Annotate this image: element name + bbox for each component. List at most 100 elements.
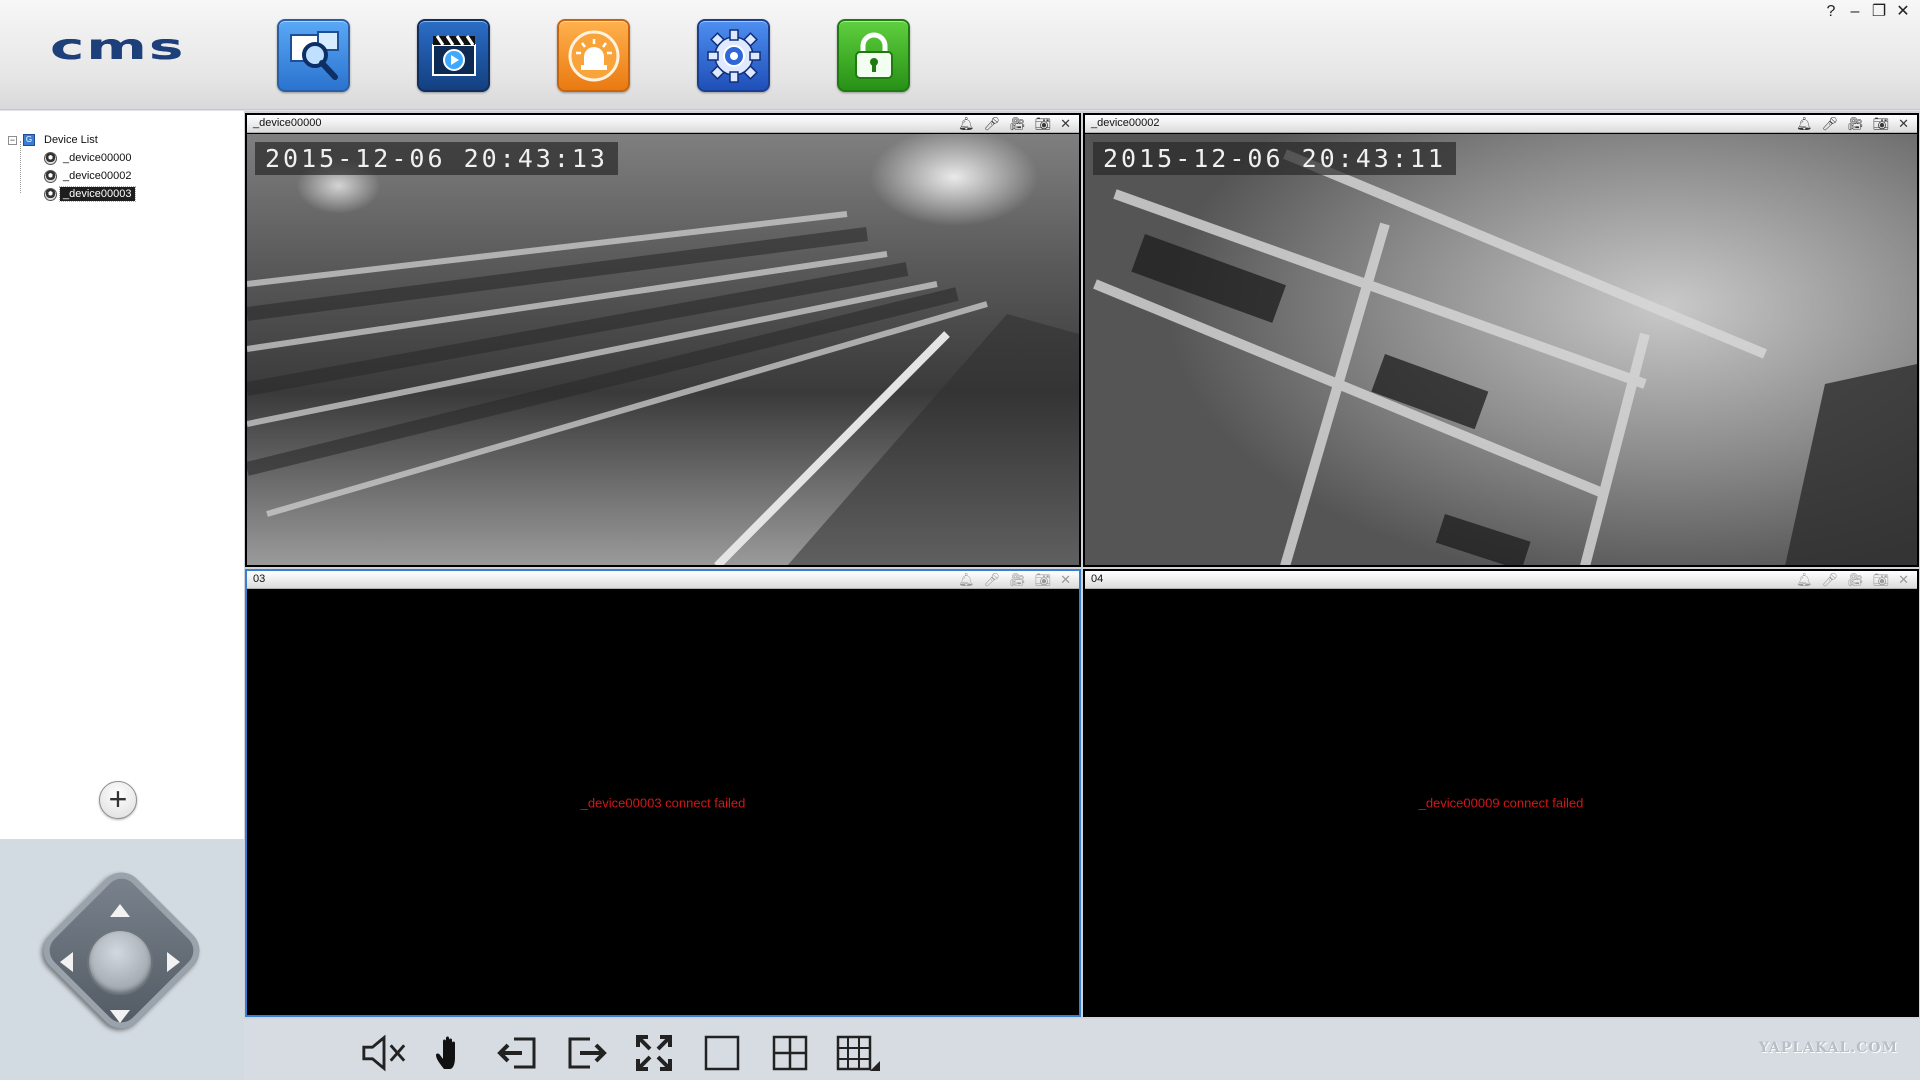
- video-panel-2[interactable]: _device00002 🔔︎ 🎤︎ 🎥︎ 📷︎ ✕ 2015-12-06 20…: [1083, 113, 1919, 567]
- video-panel-1[interactable]: _device00000 🔔︎ 🎤︎ 🎥︎ 📷︎ ✕ 2015-12-06 20…: [245, 113, 1081, 567]
- ptz-center-button[interactable]: [89, 931, 151, 993]
- record-icon[interactable]: 🎥︎: [1009, 572, 1026, 588]
- close-button[interactable]: ✕: [1894, 2, 1912, 22]
- ptz-right-arrow-icon[interactable]: [167, 952, 180, 972]
- lock-icon: [854, 32, 893, 79]
- close-icon[interactable]: ✕: [1060, 572, 1071, 588]
- video-panel-4[interactable]: 04 🔔︎ 🎤︎ 🎥︎ 📷︎ ✕ _device00009 connect fa…: [1083, 569, 1919, 1017]
- single-view-button[interactable]: [698, 1031, 746, 1075]
- plus-icon: +: [108, 781, 128, 817]
- gear-icon: [706, 28, 761, 83]
- previous-page-icon: [497, 1037, 536, 1069]
- panel-header: 04 🔔︎ 🎤︎ 🎥︎ 📷︎ ✕: [1085, 571, 1917, 589]
- microphone-icon[interactable]: 🎤︎: [984, 116, 1001, 132]
- bell-icon[interactable]: 🔔︎: [1796, 116, 1813, 132]
- video-panel-3[interactable]: 03 🔔︎ 🎤︎ 🎥︎ 📷︎ ✕ _device00003 connect fa…: [245, 569, 1081, 1017]
- ptz-hand-button[interactable]: [428, 1031, 476, 1075]
- panel-header: _device00002 🔔︎ 🎤︎ 🎥︎ 📷︎ ✕: [1085, 115, 1917, 133]
- alarm-button[interactable]: [557, 19, 630, 92]
- watermark: YAPLAKAL.COM: [1758, 1040, 1898, 1056]
- quad-view-button[interactable]: [766, 1031, 814, 1075]
- restore-button[interactable]: ❐: [1870, 2, 1888, 22]
- device-label: _device00003: [59, 186, 136, 202]
- multi-view-button[interactable]: [834, 1031, 882, 1075]
- quad-view-icon: [772, 1035, 808, 1071]
- playback-button[interactable]: [417, 19, 490, 92]
- panel-icons: 🔔︎ 🎤︎ 🎥︎ 📷︎ ✕: [1796, 572, 1909, 588]
- close-icon[interactable]: ✕: [1898, 116, 1909, 132]
- lock-button[interactable]: [837, 19, 910, 92]
- close-icon[interactable]: ✕: [1898, 572, 1909, 588]
- panel-icons: 🔔︎ 🎤︎ 🎥︎ 📷︎ ✕: [958, 572, 1071, 588]
- microphone-icon[interactable]: 🎤︎: [1822, 572, 1839, 588]
- tree-root[interactable]: − G Device List: [8, 131, 135, 149]
- fullscreen-button[interactable]: [630, 1031, 678, 1075]
- panel-header: 03 🔔︎ 🎤︎ 🎥︎ 📷︎ ✕: [247, 571, 1079, 589]
- device-search-button[interactable]: [277, 19, 350, 92]
- video-grid: _device00000 🔔︎ 🎤︎ 🎥︎ 📷︎ ✕ 2015-12-06 20…: [244, 111, 1920, 1019]
- video-feed: _device00009 connect failed: [1085, 590, 1917, 1015]
- tree-item-device00003[interactable]: _device00003: [8, 185, 136, 203]
- previous-page-button[interactable]: [494, 1031, 542, 1075]
- microphone-icon[interactable]: 🎤︎: [1822, 116, 1839, 132]
- mute-button[interactable]: [360, 1031, 408, 1075]
- app-logo: cms: [50, 25, 186, 68]
- ptz-left-arrow-icon[interactable]: [60, 952, 73, 972]
- device-tree: − G Device List _device00000 _device0000…: [8, 131, 136, 203]
- camera-icon: [44, 187, 57, 201]
- next-page-button[interactable]: [562, 1031, 610, 1075]
- device-group-icon: G: [23, 134, 35, 146]
- ptz-down-arrow-icon[interactable]: [110, 1010, 130, 1023]
- timestamp-overlay: 2015-12-06 20:43:13: [255, 142, 618, 175]
- timestamp-overlay: 2015-12-06 20:43:11: [1093, 142, 1456, 175]
- tree-item-device00002[interactable]: _device00002: [8, 167, 135, 185]
- camera-image-shelves: [1085, 134, 1917, 565]
- next-page-icon: [568, 1037, 607, 1069]
- ptz-up-arrow-icon[interactable]: [110, 904, 130, 917]
- bell-icon[interactable]: 🔔︎: [958, 116, 975, 132]
- camera-icon: [44, 169, 57, 183]
- panel-header: _device00000 🔔︎ 🎤︎ 🎥︎ 📷︎ ✕: [247, 115, 1079, 133]
- single-view-icon: [704, 1035, 740, 1071]
- bell-icon[interactable]: 🔔︎: [958, 572, 975, 588]
- panel-title: 04: [1091, 573, 1104, 585]
- camera-icon: [44, 151, 57, 165]
- panel-title: 03: [253, 573, 266, 585]
- panel-icons: 🔔︎ 🎤︎ 🎥︎ 📷︎ ✕: [958, 116, 1071, 132]
- settings-button[interactable]: [697, 19, 770, 92]
- video-feed: _device00003 connect failed: [247, 590, 1079, 1015]
- camera-snapshot-icon[interactable]: 📷︎: [1035, 116, 1052, 132]
- camera-image-factory: [247, 134, 1079, 565]
- top-bar: cms ? – ❐ ✕: [0, 0, 1920, 110]
- panel-title: _device00002: [1091, 117, 1160, 129]
- panel-icons: 🔔︎ 🎤︎ 🎥︎ 📷︎ ✕: [1796, 116, 1909, 132]
- hand-icon: [436, 1036, 455, 1069]
- record-icon[interactable]: 🎥︎: [1009, 116, 1026, 132]
- minimize-button[interactable]: –: [1846, 2, 1864, 22]
- alarm-light-icon: [568, 30, 619, 81]
- camera-snapshot-icon[interactable]: 📷︎: [1873, 572, 1890, 588]
- microphone-icon[interactable]: 🎤︎: [984, 572, 1001, 588]
- multi-view-icon: [836, 1035, 880, 1071]
- mute-icon: [362, 1034, 406, 1072]
- connection-error-text: _device00009 connect failed: [1418, 795, 1584, 810]
- bell-icon[interactable]: 🔔︎: [1796, 572, 1813, 588]
- add-device-button[interactable]: +: [99, 781, 137, 819]
- camera-snapshot-icon[interactable]: 📷︎: [1035, 572, 1052, 588]
- camera-snapshot-icon[interactable]: 📷︎: [1873, 116, 1890, 132]
- collapse-icon[interactable]: −: [8, 135, 17, 145]
- record-icon[interactable]: 🎥︎: [1847, 116, 1864, 132]
- record-icon[interactable]: 🎥︎: [1847, 572, 1864, 588]
- connection-error-text: _device00003 connect failed: [580, 795, 746, 810]
- tree-root-label: Device List: [44, 134, 98, 146]
- device-label: _device00000: [63, 152, 132, 164]
- window-controls: ? – ❐ ✕: [1822, 2, 1912, 22]
- device-sidebar: − G Device List _device00000 _device0000…: [0, 111, 244, 839]
- fullscreen-icon: [636, 1035, 672, 1071]
- help-button[interactable]: ?: [1822, 2, 1840, 22]
- video-feed: 2015-12-06 20:43:11: [1085, 134, 1917, 565]
- close-icon[interactable]: ✕: [1060, 116, 1071, 132]
- device-label: _device00002: [63, 170, 132, 182]
- panel-title: _device00000: [253, 117, 322, 129]
- tree-item-device00000[interactable]: _device00000: [8, 149, 135, 167]
